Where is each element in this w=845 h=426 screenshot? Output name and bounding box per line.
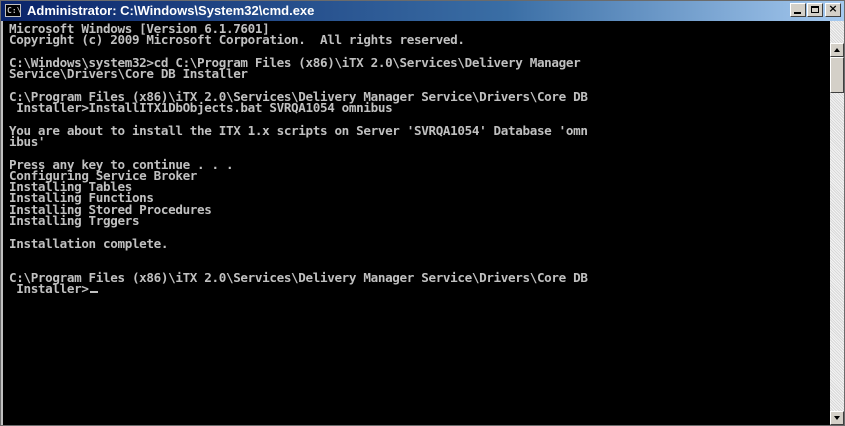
cmd-window: C:\ Administrator: C:\Windows\System32\c… xyxy=(0,0,845,426)
console-line: Installing Trggers xyxy=(9,213,140,229)
console-text: Microsoft Windows [Version 6.1.7601] Copy… xyxy=(3,21,830,295)
console-output[interactable]: Microsoft Windows [Version 6.1.7601] Copy… xyxy=(3,21,830,425)
console-line: You are about to install the ITX 1.x scr… xyxy=(9,122,588,138)
console-line: C:\Program Files (x86)\iTX 2.0\Services\… xyxy=(9,269,588,285)
maximize-icon xyxy=(811,6,819,13)
window-controls: × xyxy=(789,2,841,17)
scroll-thumb[interactable] xyxy=(830,57,844,93)
window-title: Administrator: C:\Windows\System32\cmd.e… xyxy=(27,3,315,18)
arrow-up-icon xyxy=(834,48,840,52)
arrow-down-icon xyxy=(834,416,840,420)
vertical-scrollbar[interactable] xyxy=(830,21,844,425)
console-line: Copyright (c) 2009 Microsoft Corporation… xyxy=(9,32,465,48)
cmd-icon[interactable]: C:\ xyxy=(5,4,21,17)
text-cursor xyxy=(89,290,98,293)
minimize-button[interactable] xyxy=(790,3,806,17)
cmd-icon-label: C:\ xyxy=(7,6,22,15)
scroll-up-button[interactable] xyxy=(830,43,844,57)
console-line: Configuring Service Broker xyxy=(9,167,198,183)
scroll-down-button[interactable] xyxy=(830,411,844,425)
minimize-icon xyxy=(794,12,801,14)
close-button[interactable]: × xyxy=(825,2,841,17)
console-line: Installation complete. xyxy=(9,235,169,251)
close-icon: × xyxy=(828,2,838,15)
maximize-button[interactable] xyxy=(807,3,823,17)
title-bar[interactable]: C:\ Administrator: C:\Windows\System32\c… xyxy=(1,1,844,21)
